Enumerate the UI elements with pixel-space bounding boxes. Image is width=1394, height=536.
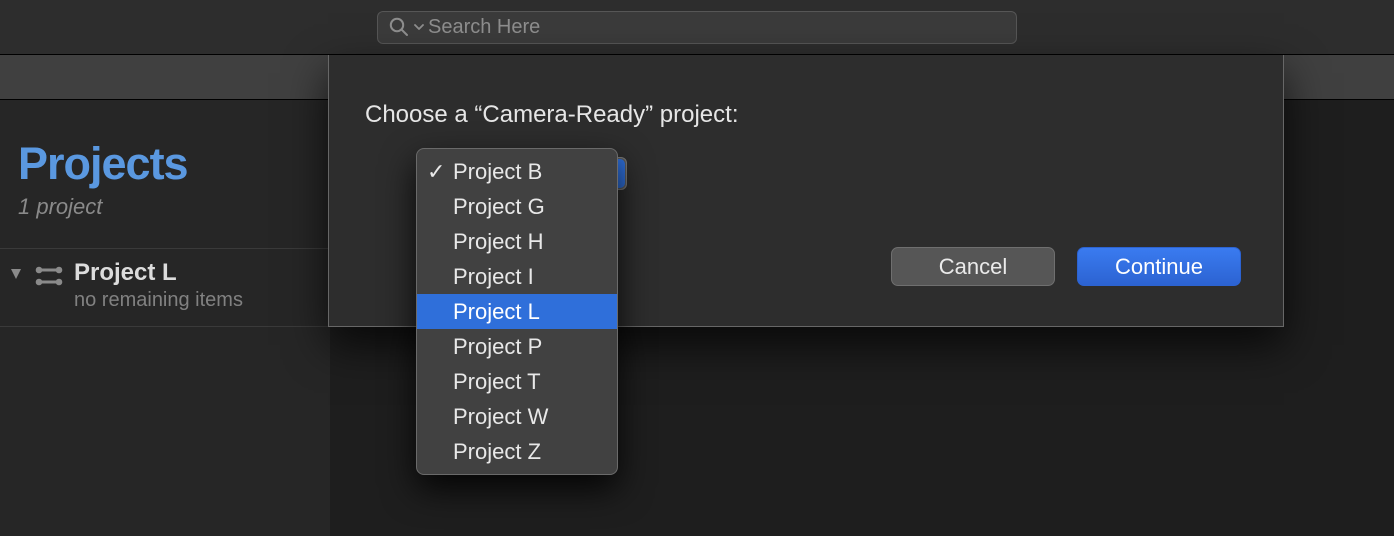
project-dropdown[interactable]: ✓Project B Project G Project H Project I Pro… [416,148,618,475]
dropdown-item-label: Project P [453,334,607,360]
dropdown-item-label: Project I [453,264,607,290]
continue-button[interactable]: Continue [1077,247,1241,286]
dropdown-item[interactable]: Project I [417,259,617,294]
dropdown-item[interactable]: Project Z [417,434,617,469]
dropdown-item-label: Project H [453,229,607,255]
dropdown-item-label: Project Z [453,439,607,465]
dropdown-item-label: Project W [453,404,607,430]
sidebar-list: Project L no remaining items [0,248,330,327]
project-structure-icon [34,265,64,292]
dropdown-item[interactable]: Project T [417,364,617,399]
dropdown-item[interactable]: Project H [417,224,617,259]
sidebar-item-project[interactable]: Project L no remaining items [0,249,330,327]
dropdown-item-label: Project T [453,369,607,395]
dropdown-item-label: Project B [453,159,607,185]
dropdown-item-label: Project G [453,194,607,220]
checkmark-icon: ✓ [427,159,453,185]
dropdown-item[interactable]: Project W [417,399,617,434]
search-icon [388,16,410,38]
disclosure-triangle-icon[interactable] [8,267,24,286]
sidebar-item-title: Project L [74,259,243,287]
sidebar-item-subtitle: no remaining items [74,289,243,312]
dropdown-item[interactable]: ✓Project B [417,154,617,189]
dropdown-item-label: Project L [453,299,607,325]
sheet-prompt: Choose a “Camera-Ready” project: [365,101,739,129]
search-placeholder: Search Here [428,17,540,37]
dropdown-item[interactable]: Project P [417,329,617,364]
dropdown-item[interactable]: Project G [417,189,617,224]
sidebar-heading: Projects [0,100,330,190]
cancel-button[interactable]: Cancel [891,247,1055,286]
sidebar: Projects 1 project Project L [0,100,330,536]
chevron-down-icon[interactable] [414,16,424,38]
dropdown-item[interactable]: Project L [417,294,617,329]
search-input[interactable]: Search Here [377,11,1017,44]
sidebar-subheading: 1 project [0,190,330,220]
search-bar-row: Search Here [0,0,1394,55]
sheet-button-row: Cancel Continue [891,247,1241,286]
